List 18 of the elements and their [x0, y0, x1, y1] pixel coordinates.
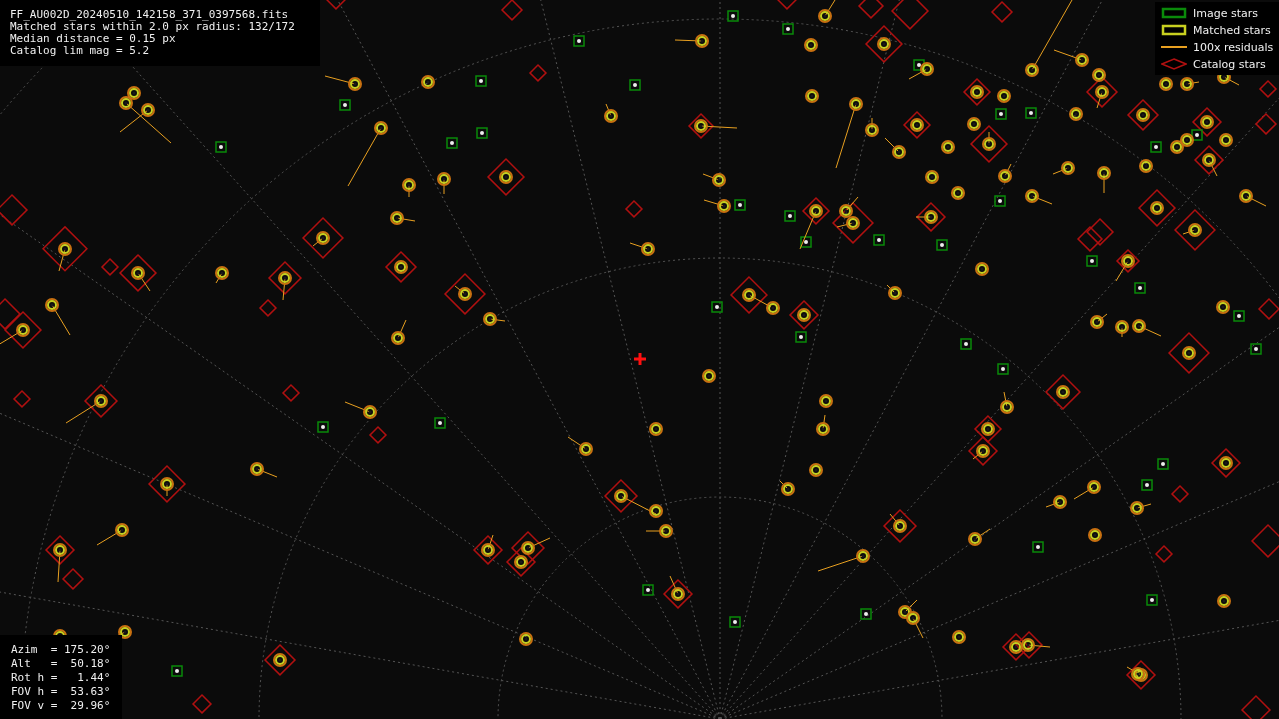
pointing-line: Rot h = 1.44°	[11, 671, 112, 685]
pointing-line: Azim = 175.20°	[11, 643, 112, 657]
pointing-line: FOV h = 53.63°	[11, 685, 112, 699]
image-star-legend-icon	[1161, 7, 1187, 19]
info-line: Matched stars within 2.0 px radius: 132/172	[10, 21, 296, 33]
legend-label: Matched stars	[1193, 23, 1271, 37]
center-cross-icon	[634, 353, 646, 365]
pointing-line: FOV v = 29.96°	[11, 699, 112, 713]
info-line: Catalog lim mag = 5.2	[10, 45, 151, 57]
pointing-line: Alt = 50.18°	[11, 657, 112, 671]
info-line: Median distance = 0.15 px	[10, 33, 177, 45]
legend-label: Catalog stars	[1193, 57, 1266, 71]
legend-label: 100x residuals	[1193, 40, 1274, 54]
diamond-legend-icon	[1161, 58, 1187, 70]
matched-star-legend-icon	[1161, 24, 1187, 36]
legend-label: Image stars	[1193, 6, 1258, 20]
info-line: FF_AU002D_20240510_142158_371_0397568.fits	[10, 9, 290, 21]
residual-line-legend-icon	[1161, 46, 1187, 48]
